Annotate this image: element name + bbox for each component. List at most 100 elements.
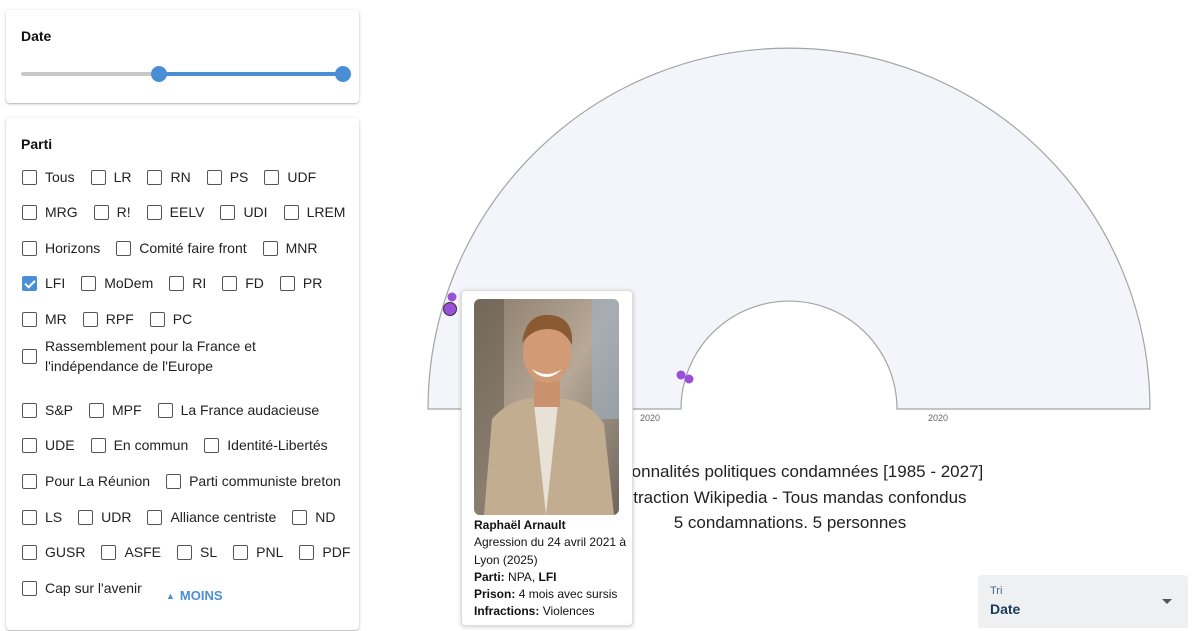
checkbox-icon[interactable] bbox=[93, 204, 109, 220]
party-checkbox[interactable]: Tous bbox=[22, 169, 75, 185]
party-checkbox[interactable]: PNL bbox=[233, 544, 283, 560]
party-checkbox[interactable]: MNR bbox=[262, 240, 318, 256]
checkbox-icon[interactable] bbox=[82, 311, 98, 327]
data-point[interactable] bbox=[684, 374, 694, 384]
checkbox-icon[interactable] bbox=[264, 169, 280, 185]
party-checkbox[interactable]: Alliance centriste bbox=[147, 509, 276, 525]
party-checkbox[interactable]: En commun bbox=[90, 437, 188, 453]
checkbox-icon[interactable] bbox=[22, 240, 37, 256]
checkbox-icon[interactable] bbox=[22, 311, 37, 327]
party-checkbox[interactable]: PS bbox=[206, 169, 248, 185]
party-checkbox[interactable]: Parti communiste breton bbox=[166, 473, 341, 489]
party-checkbox[interactable]: FD bbox=[222, 275, 264, 291]
show-less-button[interactable]: ▲ MOINS bbox=[166, 588, 223, 603]
checkbox-icon[interactable] bbox=[206, 169, 222, 185]
party-checkbox-label: Tous bbox=[45, 169, 75, 185]
checkbox-icon[interactable] bbox=[292, 509, 308, 525]
checkbox-icon[interactable] bbox=[283, 204, 299, 220]
party-checkbox[interactable]: SL bbox=[177, 544, 217, 560]
checkbox-icon[interactable] bbox=[147, 509, 163, 525]
party-checkbox-label: Pour La Réunion bbox=[45, 473, 151, 489]
checkbox-icon[interactable] bbox=[101, 544, 117, 560]
checkbox-icon[interactable] bbox=[177, 544, 193, 560]
party-checkbox[interactable]: PDF bbox=[299, 544, 350, 560]
party-checkbox[interactable]: RN bbox=[147, 169, 191, 185]
party-checkbox[interactable]: UDR bbox=[78, 509, 131, 525]
party-checkbox[interactable]: UDE bbox=[22, 437, 75, 453]
party-checkbox[interactable]: MRG bbox=[22, 204, 78, 220]
party-checkbox[interactable]: PR bbox=[279, 275, 322, 291]
checkbox-icon[interactable] bbox=[22, 348, 37, 364]
party-line: Parti: NPA, LFI bbox=[474, 569, 557, 584]
party-checkbox-label: ND bbox=[315, 509, 336, 525]
checkbox-icon[interactable] bbox=[299, 544, 315, 560]
party-filter-title: Parti bbox=[21, 136, 53, 152]
party-checkbox[interactable]: LR bbox=[90, 169, 132, 185]
checkbox-icon[interactable] bbox=[22, 473, 37, 489]
party-checkbox[interactable]: GUSR bbox=[22, 544, 85, 560]
checkbox-icon[interactable] bbox=[146, 204, 162, 220]
party-checkbox[interactable]: RI bbox=[169, 275, 206, 291]
prison-line: Prison: 4 mois avec sursis bbox=[474, 587, 618, 602]
data-point[interactable] bbox=[676, 370, 686, 380]
checkbox-icon[interactable] bbox=[204, 437, 220, 453]
checkbox-icon[interactable] bbox=[166, 473, 182, 489]
checkbox-icon[interactable] bbox=[220, 204, 236, 220]
party-checkbox[interactable]: Rassemblement pour la France et l'indépe… bbox=[22, 336, 345, 376]
party-checkbox[interactable]: ND bbox=[292, 509, 336, 525]
checkbox-icon[interactable] bbox=[279, 275, 295, 291]
checkbox-icon[interactable] bbox=[169, 275, 185, 291]
checkbox-icon[interactable] bbox=[22, 544, 37, 560]
slider-end-handle[interactable] bbox=[335, 66, 351, 82]
checkbox-icon[interactable] bbox=[89, 402, 105, 418]
checkbox-icon[interactable] bbox=[233, 544, 249, 560]
party-checkbox-label: UDF bbox=[287, 169, 317, 185]
checkbox-icon[interactable] bbox=[22, 204, 37, 220]
checkbox-icon[interactable] bbox=[157, 402, 173, 418]
party-checkbox[interactable]: EELV bbox=[146, 204, 205, 220]
slider-start-handle[interactable] bbox=[151, 66, 168, 82]
party-checkbox[interactable]: Identité-Libertés bbox=[204, 437, 328, 453]
checkbox-icon[interactable] bbox=[22, 169, 37, 185]
checkbox-icon[interactable] bbox=[147, 169, 163, 185]
checkbox-icon[interactable] bbox=[116, 240, 132, 256]
party-checkbox[interactable]: LFI bbox=[22, 275, 65, 291]
checkbox-icon[interactable] bbox=[149, 311, 165, 327]
checkbox-icon[interactable] bbox=[22, 437, 37, 453]
party-checkbox[interactable]: RPF bbox=[82, 311, 134, 327]
data-point-selected[interactable] bbox=[443, 302, 457, 316]
party-checkbox[interactable]: PC bbox=[149, 311, 192, 327]
party-checkbox[interactable]: Pour La Réunion bbox=[22, 473, 150, 489]
party-checkbox[interactable]: MR bbox=[22, 311, 67, 327]
party-checkbox[interactable]: LREM bbox=[283, 204, 345, 220]
checkbox-checked-icon[interactable] bbox=[22, 275, 37, 291]
date-range-slider[interactable] bbox=[21, 66, 351, 82]
checkbox-icon[interactable] bbox=[222, 275, 238, 291]
party-checkbox-label: EELV bbox=[169, 204, 205, 220]
checkbox-icon[interactable] bbox=[22, 402, 37, 418]
checkbox-icon[interactable] bbox=[81, 275, 97, 291]
party-checkbox[interactable]: UDF bbox=[264, 169, 316, 185]
checkbox-icon[interactable] bbox=[22, 580, 37, 596]
checkbox-icon[interactable] bbox=[22, 509, 37, 525]
party-checkbox[interactable]: Comité faire front bbox=[116, 240, 247, 256]
party-checkbox-label: PNL bbox=[256, 544, 284, 560]
party-checkbox[interactable]: S&P bbox=[22, 402, 73, 418]
sort-select[interactable]: Tri Date bbox=[978, 575, 1188, 628]
party-checkbox[interactable]: MPF bbox=[89, 402, 142, 418]
data-point[interactable] bbox=[447, 292, 457, 302]
party-checkbox[interactable]: Horizons bbox=[22, 240, 100, 256]
party-checkbox[interactable]: ASFE bbox=[101, 544, 161, 560]
checkbox-icon[interactable] bbox=[90, 169, 106, 185]
checkbox-icon[interactable] bbox=[90, 437, 106, 453]
party-checkbox[interactable]: MoDem bbox=[81, 275, 153, 291]
party-checkbox[interactable]: LS bbox=[22, 509, 62, 525]
party-checkbox[interactable]: La France audacieuse bbox=[157, 402, 319, 418]
party-checkbox[interactable]: Cap sur l'avenir bbox=[22, 580, 142, 596]
party-checkbox[interactable]: R! bbox=[93, 204, 131, 220]
checkbox-icon[interactable] bbox=[262, 240, 278, 256]
party-checkbox[interactable]: UDI bbox=[220, 204, 268, 220]
checkbox-icon[interactable] bbox=[78, 509, 94, 525]
party-checkbox-label: LS bbox=[45, 509, 63, 525]
party-checkbox-label: LR bbox=[113, 169, 132, 185]
